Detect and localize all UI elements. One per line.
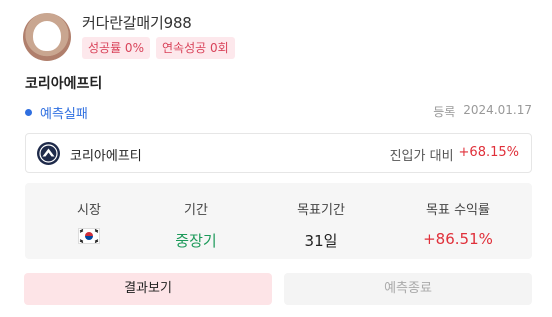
south-korea-flag-icon	[78, 228, 100, 248]
registration-date: 2024.01.17	[463, 103, 532, 117]
prediction-status: 예측실패	[25, 103, 88, 122]
end-prediction-button[interactable]: 예측종료	[284, 273, 532, 305]
status-text: 예측실패	[40, 107, 88, 122]
stock-title: 코리아에프티	[25, 76, 103, 92]
view-result-button[interactable]: 결과보기	[24, 273, 272, 305]
entry-price-change: 진입가 대비 +68.15%	[390, 145, 519, 164]
stat-target-return-header: 목표 수익률	[426, 203, 490, 218]
stock-card[interactable]: 코리아에프티 진입가 대비 +68.15%	[25, 133, 532, 173]
avatar	[23, 13, 71, 61]
stat-target-period: 목표기간 31일	[258, 183, 384, 250]
stat-target-return-value: +86.51%	[423, 230, 493, 248]
entry-label: 진입가 대비	[389, 149, 454, 164]
company-logo-icon	[37, 142, 60, 165]
registration-label: 등록	[433, 105, 456, 119]
username: 커다란갈매기988	[82, 14, 192, 32]
stock-name: 코리아에프티	[70, 149, 142, 164]
profile-badges: 성공률 0% 연속성공 0회	[82, 37, 235, 59]
stat-period-value: 중장기	[175, 232, 217, 250]
stat-target-period-header: 목표기간	[297, 203, 345, 218]
entry-value: +68.15%	[458, 145, 519, 160]
stat-target-period-value: 31일	[304, 232, 338, 250]
stat-target-return: 목표 수익률 +86.51%	[395, 183, 521, 250]
registration-info: 등록 2024.01.17	[433, 103, 532, 120]
stat-period: 기간 중장기	[133, 183, 259, 250]
avatar-face	[33, 21, 61, 51]
streak-badge: 연속성공 0회	[155, 37, 235, 59]
success-rate-badge: 성공률 0%	[82, 37, 150, 59]
stat-period-header: 기간	[184, 203, 208, 218]
status-dot-icon	[25, 109, 32, 116]
prediction-stats: 시장 기간 중장기 목표기간 31일 목표 수익률 +86.51%	[25, 183, 532, 259]
